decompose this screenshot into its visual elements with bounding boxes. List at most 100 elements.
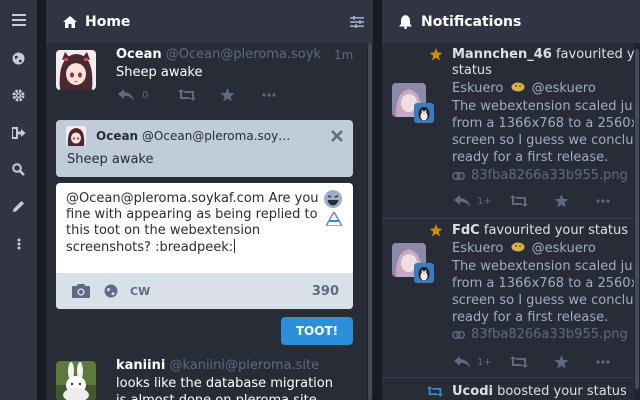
notification-action: boosted your status: [492, 384, 627, 399]
camera-icon: [72, 284, 90, 298]
notifications-column-header[interactable]: Notifications: [382, 0, 640, 43]
custom-emoji-icon: [511, 82, 525, 92]
notifications-scrollbar[interactable]: [634, 43, 640, 400]
account-handle[interactable]: @eskuero: [532, 241, 596, 256]
home-column-title: Home: [85, 13, 131, 30]
more-options-button[interactable]: [262, 93, 276, 97]
notification-account[interactable]: FdC: [452, 223, 480, 238]
sliders-icon: [350, 15, 364, 28]
boost-button[interactable]: [178, 89, 220, 101]
logout-button[interactable]: [0, 114, 37, 151]
avatar[interactable]: [56, 361, 96, 400]
pleroma-logo-icon: [324, 210, 344, 227]
search-button[interactable]: [0, 151, 37, 188]
attachment-filename: 83fba8266a33b955.png: [471, 168, 628, 183]
column-settings-button[interactable]: [341, 15, 373, 28]
notification-item[interactable]: Mannchen_46 favourited y… status Eskuero…: [382, 43, 640, 218]
retweet-icon: [510, 195, 528, 207]
avatar[interactable]: [56, 50, 96, 90]
emoji-picker-button[interactable]: [323, 189, 343, 213]
compose-form: @Ocean@pleroma.soykaf.com Are you fine w…: [56, 183, 353, 309]
display-name[interactable]: Eskuero: [452, 241, 503, 256]
public-timeline-button[interactable]: [0, 40, 37, 77]
attachment-link[interactable]: 83fba8266a33b955.png: [452, 326, 628, 343]
notifications-scrollbar-thumb[interactable]: [635, 49, 639, 389]
retweet-icon: [178, 89, 196, 101]
vertical-ellipsis-icon: [17, 238, 20, 249]
display-name[interactable]: Eskuero: [452, 81, 503, 96]
status-content: Sheep awake: [116, 65, 203, 80]
notification-item[interactable]: FdC favourited your status Eskuero @esku…: [382, 219, 640, 379]
status-header: kaniini @kaniini@pleroma.site: [116, 358, 356, 373]
reply-display-name: Ocean: [96, 129, 139, 143]
notification-account[interactable]: Mannchen_46: [452, 47, 552, 62]
status-time[interactable]: 1m: [334, 48, 353, 62]
toot-button[interactable]: TOOT!: [281, 317, 353, 345]
notification-account[interactable]: Ucodi: [452, 384, 493, 399]
compose-textarea[interactable]: @Ocean@pleroma.soykaf.com Are you fine w…: [66, 191, 321, 256]
reply-count: 1+: [477, 356, 492, 368]
status-content: looks like the database migration is alm…: [116, 375, 333, 400]
more-options-button[interactable]: [596, 360, 610, 364]
status-item[interactable]: kaniini @kaniini@pleroma.site looks like…: [46, 355, 366, 400]
favourite-button[interactable]: [554, 355, 596, 369]
retweet-icon: [427, 386, 443, 397]
notification-status-header: Eskuero @eskuero: [452, 81, 596, 96]
status-content-line: The webextension scaled ju…: [452, 99, 640, 114]
avatar-overlay[interactable]: [392, 83, 440, 123]
display-name[interactable]: Ocean: [116, 47, 162, 62]
reply-button[interactable]: 1+: [454, 195, 510, 207]
status-actions: 1+: [454, 194, 610, 208]
display-name[interactable]: kaniini: [116, 358, 165, 373]
cancel-reply-button[interactable]: [331, 127, 343, 146]
notification-action: favourited your status: [479, 223, 629, 238]
more-button[interactable]: [0, 225, 37, 262]
reply-header: Ocean @Ocean@pleroma.soy…: [96, 129, 290, 143]
content-warning-button[interactable]: CW: [130, 285, 150, 298]
star-icon: [429, 48, 443, 61]
star-icon: [220, 88, 235, 102]
menu-button[interactable]: [0, 0, 37, 40]
home-column-header[interactable]: Home: [46, 0, 373, 43]
reply-count: 1+: [477, 195, 492, 207]
account-handle[interactable]: @Ocean@pleroma.soyk: [166, 47, 321, 62]
home-column: Home Ocean @Ocean@pleroma.soyk 1m Sheep …: [46, 0, 373, 400]
account-handle[interactable]: @kaniini@pleroma.site: [169, 358, 319, 373]
notifications-column-title: Notifications: [421, 13, 522, 30]
reply-button[interactable]: 1+: [454, 356, 510, 368]
status-item[interactable]: Ocean @Ocean@pleroma.soyk 1m Sheep awake…: [46, 43, 366, 111]
upload-media-button[interactable]: [72, 284, 90, 298]
anime-girl-avatar-icon: [56, 50, 96, 90]
notification-item[interactable]: Ucodi boosted your status: [382, 378, 640, 400]
favourite-button[interactable]: [554, 194, 596, 208]
home-scrollbar[interactable]: [367, 43, 373, 400]
reply-count: 0: [142, 89, 149, 101]
status-header: Ocean @Ocean@pleroma.soyk: [116, 47, 336, 62]
notification-status-header: Eskuero @eskuero: [452, 241, 596, 256]
navigation-bar: [0, 0, 37, 400]
attachment-link[interactable]: 83fba8266a33b955.png: [452, 167, 628, 184]
home-icon: [63, 15, 77, 28]
privacy-button[interactable]: [104, 284, 118, 298]
settings-button[interactable]: [0, 77, 37, 114]
reply-account-handle: @Ocean@pleroma.soy…: [141, 129, 291, 143]
more-options-button[interactable]: [596, 199, 610, 203]
custom-emoji-button[interactable]: [324, 210, 344, 230]
anime-girl-avatar-icon: [66, 126, 86, 146]
reply-button[interactable]: 0: [118, 89, 178, 101]
account-handle[interactable]: @eskuero: [532, 81, 596, 96]
compose-button[interactable]: [0, 188, 37, 225]
paperclip-icon: [452, 171, 465, 180]
status-actions: 0: [118, 88, 276, 102]
boost-button[interactable]: [510, 356, 554, 368]
boost-button[interactable]: [510, 195, 554, 207]
favourite-button[interactable]: [220, 88, 262, 102]
avatar-overlay[interactable]: [392, 243, 440, 283]
penguin-avatar-icon: [414, 263, 434, 283]
status-content-line: ready for a first release.: [452, 310, 609, 325]
reply-icon: [454, 195, 470, 207]
notification-message: Mannchen_46 favourited y…: [452, 47, 640, 62]
home-scrollbar-thumb[interactable]: [368, 43, 372, 400]
bell-icon: [399, 14, 413, 29]
gear-icon: [12, 89, 25, 102]
